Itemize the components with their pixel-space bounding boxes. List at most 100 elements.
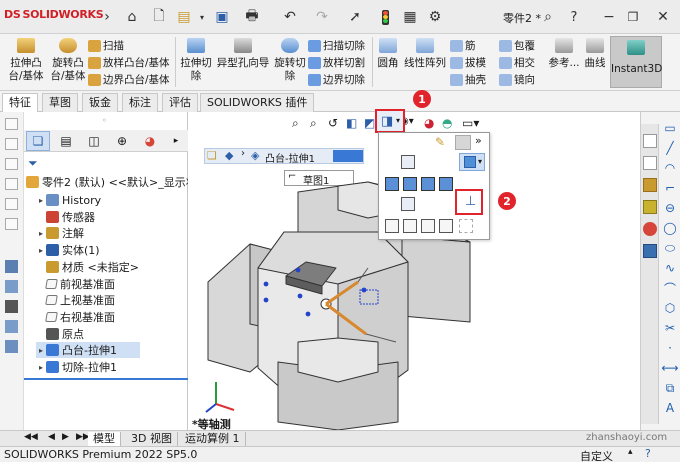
- feature-icon[interactable]: ◈: [251, 149, 259, 162]
- breadcrumb-feature[interactable]: 凸台-拉伸1: [265, 150, 315, 165]
- link-views-icon[interactable]: [459, 219, 473, 233]
- body-icon[interactable]: ◆: [225, 149, 233, 162]
- two-view-horizontal-icon[interactable]: [421, 219, 435, 233]
- feature-tree-tab-icon[interactable]: ❏: [26, 131, 50, 151]
- four-view-icon[interactable]: [439, 219, 453, 233]
- spline-tool-icon[interactable]: ∿: [661, 260, 679, 276]
- rib-button[interactable]: 筋: [450, 38, 476, 53]
- close-icon[interactable]: ✕: [652, 6, 674, 28]
- polyline-tool-icon[interactable]: ⌐: [661, 180, 679, 196]
- cut-revolve-button[interactable]: 旋转切 除: [272, 38, 308, 83]
- tree-item-front-plane[interactable]: 前视基准面: [36, 276, 115, 292]
- section-icon[interactable]: [5, 300, 18, 313]
- filter-icon[interactable]: ⏷: [28, 156, 38, 171]
- slot-tool-icon[interactable]: ⊖: [661, 200, 679, 216]
- measure-icon[interactable]: [5, 320, 18, 333]
- boss-revolve-button[interactable]: 旋转凸 台/基体: [48, 38, 88, 83]
- zoom-to-fit-icon[interactable]: ⌕: [292, 116, 299, 131]
- tab-sheet-metal[interactable]: 钣金: [82, 93, 118, 112]
- home-pane-icon[interactable]: [643, 134, 657, 148]
- scene-icon[interactable]: ◓: [442, 116, 452, 130]
- select-arrow-icon[interactable]: ➚: [345, 7, 365, 27]
- tree-item-annotations[interactable]: ▸ 注解: [36, 225, 84, 241]
- property-manager-tab-icon[interactable]: ▤: [54, 131, 78, 151]
- two-view-icon[interactable]: [403, 219, 417, 233]
- lofted-cut-button[interactable]: 放样切割: [308, 55, 365, 70]
- arc-tool-icon[interactable]: ◠: [661, 160, 679, 176]
- view-selector-icon[interactable]: [455, 135, 471, 150]
- appearance-icon[interactable]: ◕: [424, 116, 434, 130]
- part-icon[interactable]: ❏: [207, 149, 217, 162]
- tab-3d-views[interactable]: 3D 视图: [126, 432, 178, 447]
- graphics-area[interactable]: ⌕ ⌕ ↺ ◧ ◩ ◉▾ ◕ ◓ ▭▾ ◨ ▾ 1 ❏ ◆ › ◈ 凸台-拉伸1…: [188, 90, 640, 431]
- menu-arrow-icon[interactable]: ›: [97, 7, 117, 27]
- restore-icon[interactable]: ❐: [622, 6, 644, 28]
- view-orientation-button[interactable]: ◨ ▾: [375, 109, 405, 133]
- tree-item-boss-extrude1[interactable]: ▸ 凸台-拉伸1: [36, 342, 140, 359]
- zebra-icon[interactable]: [5, 280, 18, 293]
- wrap-button[interactable]: 包覆: [499, 38, 535, 53]
- tree-root[interactable]: 零件2 (默认) <<默认>_显示状: [26, 174, 197, 190]
- appearances-icon[interactable]: [643, 222, 657, 236]
- expand-arrow-icon[interactable]: ▸: [36, 246, 46, 255]
- rectangle-tool-icon[interactable]: ▭: [661, 120, 679, 136]
- redo-icon[interactable]: ↷: [312, 7, 332, 27]
- single-view-icon[interactable]: [385, 219, 399, 233]
- custom-properties-icon[interactable]: [643, 244, 657, 258]
- tab-sketch[interactable]: 草图: [42, 93, 78, 112]
- hole-wizard-button[interactable]: 异型孔向导: [215, 38, 271, 70]
- file-explorer-icon[interactable]: [643, 178, 657, 192]
- new-document-icon[interactable]: 🗋: [149, 7, 169, 27]
- tree-item-top-plane[interactable]: 上视基准面: [36, 292, 115, 308]
- open-icon[interactable]: ▤: [174, 7, 194, 27]
- cut-extrude-button[interactable]: 拉伸切 除: [177, 38, 215, 83]
- pin-icon[interactable]: ✎: [435, 135, 445, 149]
- scroll-first-icon[interactable]: ◀◀: [24, 432, 38, 442]
- back-view-icon[interactable]: [401, 155, 415, 169]
- panel-icon[interactable]: [5, 178, 18, 190]
- swept-cut-button[interactable]: 扫描切除: [308, 38, 365, 53]
- expand-arrow-icon[interactable]: ▸: [36, 229, 46, 238]
- display-manager-tab-icon[interactable]: ◕: [138, 131, 162, 151]
- expand-arrow-icon[interactable]: ▸: [36, 196, 46, 205]
- tree-item-origin[interactable]: 原点: [36, 326, 84, 342]
- minimize-icon[interactable]: −: [598, 6, 620, 28]
- home-icon[interactable]: ⌂: [122, 7, 142, 27]
- mirror-tool-icon[interactable]: ⟷: [661, 360, 679, 376]
- tree-item-material[interactable]: 材质 <未指定>: [36, 259, 139, 275]
- previous-view-icon[interactable]: ↺: [328, 116, 338, 130]
- resources-icon[interactable]: [643, 156, 657, 170]
- tab-markup[interactable]: 标注: [122, 93, 158, 112]
- polygon-tool-icon[interactable]: ⬡: [661, 300, 679, 316]
- bottom-view-icon[interactable]: [401, 197, 415, 211]
- isometric-view-button[interactable]: ▾: [459, 153, 485, 171]
- tree-item-sensors[interactable]: 传感器: [36, 209, 95, 225]
- rollback-bar[interactable]: [24, 378, 188, 380]
- offset-tool-icon[interactable]: ⧉: [661, 380, 679, 396]
- dynamic-annotation-icon[interactable]: ◩: [364, 116, 375, 130]
- open-dropdown-icon[interactable]: ▾: [192, 7, 212, 27]
- boundary-boss-button[interactable]: 边界凸台/基体: [88, 72, 170, 87]
- popup-more-icon[interactable]: »: [475, 134, 482, 147]
- tree-item-right-plane[interactable]: 右视基准面: [36, 309, 115, 325]
- boss-extrude-button[interactable]: 拉伸凸 台/基体: [6, 38, 46, 83]
- panel-icon[interactable]: [5, 138, 18, 150]
- section-view-icon[interactable]: ◧: [346, 116, 357, 130]
- scroll-next-icon[interactable]: ▶: [62, 432, 69, 442]
- tab-evaluate[interactable]: 评估: [162, 93, 198, 112]
- shell-button[interactable]: 抽壳: [450, 72, 486, 87]
- undo-icon[interactable]: ↶: [280, 7, 300, 27]
- left-view-icon[interactable]: [385, 177, 399, 191]
- instant3d-button[interactable]: Instant3D: [610, 36, 662, 88]
- mirror-button[interactable]: 镜向: [499, 72, 535, 87]
- save-icon[interactable]: ▣: [212, 7, 232, 27]
- scroll-prev-icon[interactable]: ◀: [48, 432, 55, 442]
- panel-grip-icon[interactable]: ◦: [102, 116, 107, 125]
- reference-geometry-button[interactable]: 参考...: [546, 38, 582, 70]
- draft-button[interactable]: 拔模: [450, 55, 486, 70]
- intersect-button[interactable]: 相交: [499, 55, 535, 70]
- tree-item-cut-extrude1[interactable]: ▸ 切除-拉伸1: [36, 359, 117, 375]
- right-view-icon[interactable]: [421, 177, 435, 191]
- sweep-button[interactable]: 扫描: [88, 38, 124, 53]
- loft-button[interactable]: 放样凸台/基体: [88, 55, 170, 70]
